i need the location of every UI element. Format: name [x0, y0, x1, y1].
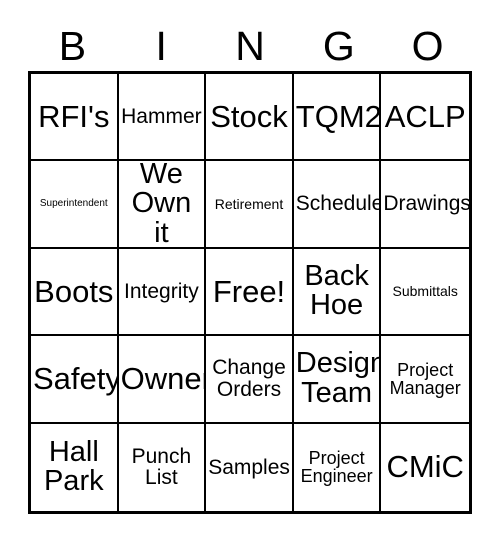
bingo-cell-label: Boots: [34, 273, 114, 309]
bingo-cell-label: Hammer: [121, 104, 202, 128]
bingo-cell-label: Back Hoe: [304, 259, 369, 322]
bingo-cell[interactable]: Project Manager: [381, 336, 469, 424]
header-letter-n: N: [235, 23, 265, 69]
bingo-cell-label: Stock: [210, 98, 288, 134]
bingo-cell-label: Change Orders: [212, 356, 286, 401]
bingo-cell-label: Schedule: [295, 192, 382, 216]
bingo-cell[interactable]: ACLP: [381, 74, 469, 162]
bingo-cell[interactable]: Project Engineer: [293, 423, 382, 511]
bingo-cell-label: Project Manager: [389, 359, 461, 398]
bingo-cell-label: RFI's: [38, 98, 110, 134]
bingo-cell[interactable]: Punch List: [118, 423, 207, 511]
bingo-cell[interactable]: We Own it: [118, 161, 207, 249]
bingo-cell[interactable]: Stock: [206, 74, 294, 162]
bingo-card: B I N G O RFI's Hammer Stock TQM2 ACLP S…: [0, 0, 501, 544]
bingo-cell-label: Retirement: [214, 195, 284, 212]
bingo-cell-label: Safety: [33, 361, 119, 397]
bingo-cell[interactable]: Design Team: [293, 336, 382, 424]
header-letter-i: I: [155, 23, 167, 69]
bingo-cell-label: TQM2: [295, 98, 382, 134]
bingo-cell[interactable]: Change Orders: [206, 336, 294, 424]
bingo-cell-label: Free!: [212, 273, 286, 309]
bingo-cell[interactable]: Drawings: [381, 161, 469, 249]
bingo-cell-label: Hall Park: [43, 435, 104, 498]
bingo-cell[interactable]: Schedule: [293, 161, 382, 249]
bingo-cell[interactable]: Superintendent: [31, 161, 119, 249]
bingo-cell-label: Design Team: [295, 347, 382, 409]
bingo-cell[interactable]: Back Hoe: [293, 248, 382, 337]
bingo-cell-label: Project Engineer: [300, 447, 373, 487]
bingo-cell-label: ACLP: [384, 98, 466, 134]
header-letter-b: B: [58, 23, 87, 69]
bingo-free-cell[interactable]: Free!: [206, 248, 294, 337]
bingo-cell-label: Drawings: [383, 192, 469, 216]
bingo-cell[interactable]: Samples: [206, 423, 294, 511]
bingo-cell[interactable]: Hammer: [118, 74, 207, 162]
bingo-cell[interactable]: Hall Park: [31, 423, 119, 511]
bingo-cell-label: Integrity: [124, 279, 199, 303]
bingo-cell[interactable]: Retirement: [206, 161, 294, 249]
header-letter-o: O: [411, 23, 444, 69]
bingo-cell-label: Owner: [120, 361, 207, 397]
bingo-cell[interactable]: RFI's: [31, 74, 119, 162]
bingo-cell[interactable]: Owner: [118, 336, 207, 424]
bingo-cell-label: CMiC: [386, 449, 464, 485]
bingo-cell[interactable]: Submittals: [381, 248, 469, 337]
bingo-cell[interactable]: Boots: [31, 248, 119, 337]
bingo-cell-label: Samples: [208, 455, 290, 479]
bingo-cell[interactable]: Safety: [31, 336, 119, 424]
bingo-grid: RFI's Hammer Stock TQM2 ACLP Superintend…: [28, 71, 472, 514]
bingo-header-row: B I N G O: [28, 18, 472, 68]
bingo-cell-label: We Own it: [131, 161, 192, 249]
bingo-cell[interactable]: Integrity: [118, 248, 207, 337]
bingo-cell-label: Superintendent: [39, 198, 108, 209]
bingo-cell-label: Punch List: [131, 444, 192, 490]
header-letter-g: G: [322, 23, 355, 69]
bingo-cell[interactable]: TQM2: [293, 74, 382, 162]
bingo-cell[interactable]: CMiC: [381, 423, 469, 511]
bingo-cell-label: Submittals: [392, 283, 458, 300]
